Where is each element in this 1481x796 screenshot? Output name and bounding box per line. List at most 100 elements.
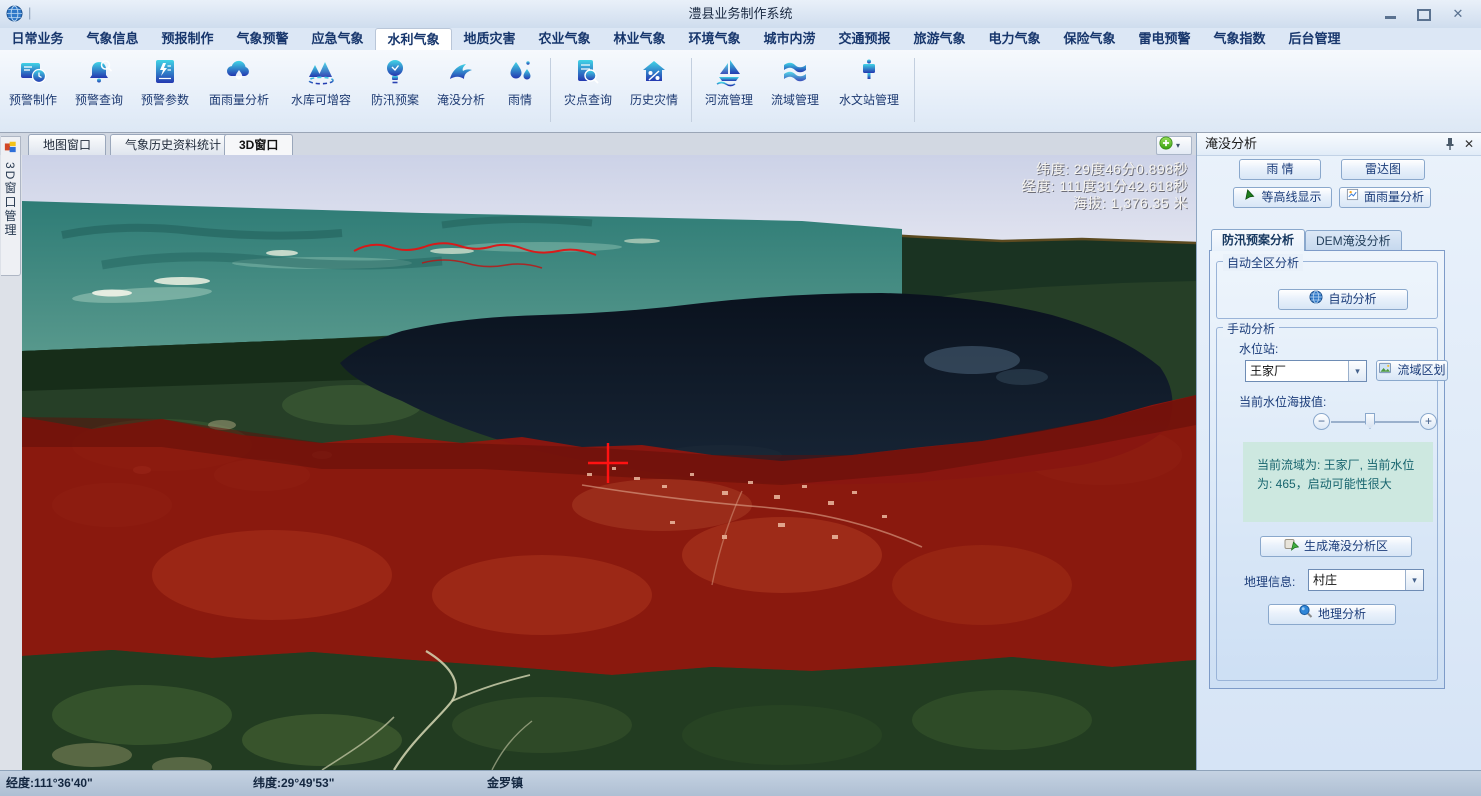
river-manage-icon [713,56,745,88]
rain-info-button[interactable]: 雨 情 [1239,159,1321,180]
ribbon-item-label: 历史灾情 [630,91,678,108]
area-rain-mini-icon [1346,188,1359,207]
menu-tab-tourism[interactable]: 旅游气象 [902,28,977,50]
ribbon-item-area-rainfall[interactable]: 面雨量分析 [198,56,280,108]
ribbon-item-inundation[interactable]: 淹没分析 [428,56,494,108]
sidebar-tab-3d-window-manage[interactable]: 3D窗口管理 [1,136,21,276]
menu-tab-forecast-make[interactable]: 预报制作 [150,28,225,50]
add-view-button[interactable]: ▾ [1156,136,1192,155]
menu-tab-agriculture[interactable]: 农业气象 [527,28,602,50]
ribbon-item-warning-search[interactable]: 预警查询 [66,56,132,108]
manual-analysis-group: 手动分析 水位站: 王家厂 ▾ 流域区划 当前水位海拔值: − + 当前流域为:… [1216,327,1438,681]
menu-tab-traffic[interactable]: 交通预报 [827,28,902,50]
slider-increase-button[interactable]: + [1420,413,1437,430]
menu-tab-hydrology[interactable]: 水利气象 [375,28,452,50]
chevron-down-icon[interactable]: ▾ [1348,361,1366,381]
globe-icon [1309,290,1323,310]
ribbon-separator [914,58,915,122]
menu-tab-urban-flood[interactable]: 城市内涝 [752,28,827,50]
basin-image-icon [1378,361,1392,380]
restore-button[interactable] [1409,6,1439,22]
warning-compose-icon [17,56,49,88]
left-dock-strip: 3D窗口管理 [0,155,23,770]
panel-title: 淹没分析 [1205,133,1257,155]
menu-tab-weather-info[interactable]: 气象信息 [75,28,150,50]
ribbon-item-label: 灾点查询 [564,91,612,108]
ribbon-item-hydrostation-manage[interactable]: 水文站管理 [828,56,910,108]
menu-bar: 日常业务 气象信息 预报制作 气象预警 应急气象 水利气象 地质灾害 农业气象 … [0,28,1481,50]
close-button[interactable]: ✕ [1443,6,1473,22]
panel-tab-strip: 防汛预案分析 DEM淹没分析 [1211,230,1402,251]
panel-close-icon[interactable]: ✕ [1464,133,1474,155]
tab-dem-inundation-analysis[interactable]: DEM淹没分析 [1305,230,1402,251]
document-tab-bar: 地图窗口 气象历史资料统计 3D窗口 ▾ [0,133,1196,156]
ribbon-item-flood-plan[interactable]: 防汛预案 [362,56,428,108]
status-longitude: 经度:111°36'40" [6,771,93,795]
menu-tab-weather-warning[interactable]: 气象预警 [225,28,300,50]
menu-tab-daily-business[interactable]: 日常业务 [0,28,75,50]
ribbon-item-reservoir-capacity[interactable]: 水库可增容 [280,56,362,108]
reservoir-capacity-icon [305,56,337,88]
menu-tab-admin[interactable]: 后台管理 [1277,28,1352,50]
warning-search-icon [83,56,115,88]
ribbon-item-rain-info[interactable]: 雨情 [494,56,546,108]
ribbon-item-basin-manage[interactable]: 流域管理 [762,56,828,108]
hydrostation-manage-icon [853,56,885,88]
menu-tab-insurance[interactable]: 保险气象 [1052,28,1127,50]
sidebar-tab-label: 3D窗口管理 [2,162,19,237]
doc-tab-history-stats[interactable]: 气象历史资料统计 [110,134,236,155]
water-level-slider-thumb[interactable] [1365,413,1375,429]
auto-group-title: 自动全区分析 [1223,254,1303,271]
disaster-point-icon [572,56,604,88]
doc-tab-3d-window[interactable]: 3D窗口 [224,134,293,155]
minimize-button[interactable] [1375,6,1405,22]
tab-flood-plan-analysis[interactable]: 防汛预案分析 [1211,229,1305,251]
ribbon-item-warning-compose[interactable]: 预警制作 [0,56,66,108]
ribbon-item-history-disaster[interactable]: 历史灾情 [621,56,687,108]
menu-tab-power[interactable]: 电力气象 [977,28,1052,50]
status-latitude: 纬度:29°49'53" [253,771,334,795]
contour-display-button[interactable]: 等高线显示 [1233,187,1332,208]
area-rain-button-label: 面雨量分析 [1364,188,1424,207]
map-3d-viewport[interactable]: 纬度: 29度46分0.898秒 经度: 111度31分42.618秒 海拔: … [22,155,1196,770]
water-level-slider-track[interactable] [1331,421,1419,423]
ribbon-item-label: 预警制作 [9,91,57,108]
geo-analysis-button[interactable]: 地理分析 [1268,604,1396,625]
area-rain-analysis-button[interactable]: 面雨量分析 [1339,187,1431,208]
geo-info-combobox[interactable]: 村庄 ▾ [1308,569,1424,591]
ribbon-item-river-manage[interactable]: 河流管理 [696,56,762,108]
auto-analysis-button[interactable]: 自动分析 [1278,289,1408,310]
radar-button-label: 雷达图 [1365,160,1401,179]
menu-tab-geo-disaster[interactable]: 地质灾害 [452,28,527,50]
contour-arrow-icon [1243,188,1256,207]
area-rainfall-icon [223,56,255,88]
ribbon-item-label: 防汛预案 [371,91,419,108]
title-bar: 澧县业务制作系统 | ✕ [0,0,1481,29]
ribbon-item-disaster-point[interactable]: 灾点查询 [555,56,621,108]
basin-division-button[interactable]: 流域区划 [1376,360,1448,381]
history-disaster-icon [638,56,670,88]
status-bar: 经度:111°36'40" 纬度:29°49'53" 金罗镇 [0,770,1481,796]
overlay-latitude: 纬度: 29度46分0.898秒 [1022,161,1188,178]
station-combobox[interactable]: 王家厂 ▾ [1245,360,1367,382]
panel-header: 淹没分析 ✕ [1197,133,1481,156]
doc-tab-map-window[interactable]: 地图窗口 [28,134,106,155]
analysis-info-box: 当前流域为: 王家厂, 当前水位为: 465，启动可能性很大 [1243,442,1433,522]
generate-inundation-button[interactable]: 生成淹没分析区 [1260,536,1412,557]
chevron-down-icon[interactable]: ▾ [1405,570,1423,590]
ribbon-item-label: 水库可增容 [291,91,351,108]
chevron-down-icon: ▾ [1176,141,1180,150]
menu-tab-lightning[interactable]: 雷电预警 [1127,28,1202,50]
rain-button-label: 雨 情 [1266,160,1293,179]
pin-icon[interactable] [1444,137,1456,156]
overlay-altitude: 海拔: 1,376.35 米 [1022,195,1188,212]
ribbon-item-warning-params[interactable]: 预警参数 [132,56,198,108]
menu-tab-forestry[interactable]: 林业气象 [602,28,677,50]
water-level-label: 当前水位海拔值: [1239,393,1326,410]
menu-tab-emergency[interactable]: 应急气象 [300,28,375,50]
coordinate-overlay: 纬度: 29度46分0.898秒 经度: 111度31分42.618秒 海拔: … [1022,161,1188,212]
slider-decrease-button[interactable]: − [1313,413,1330,430]
radar-chart-button[interactable]: 雷达图 [1341,159,1425,180]
menu-tab-environment[interactable]: 环境气象 [677,28,752,50]
menu-tab-weather-index[interactable]: 气象指数 [1202,28,1277,50]
